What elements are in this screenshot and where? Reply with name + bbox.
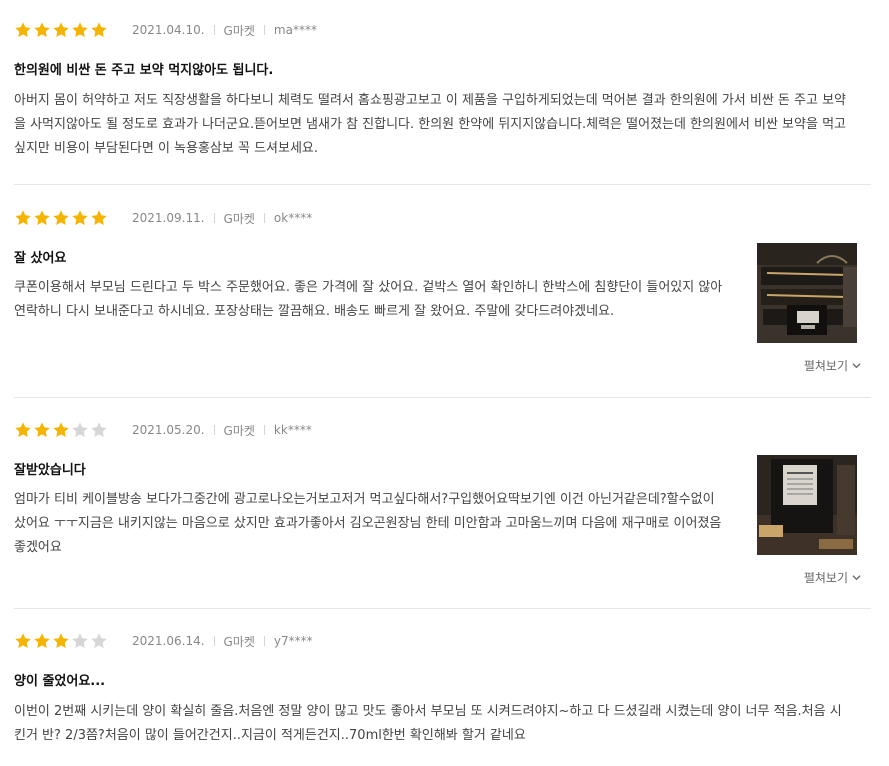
- star-filled-icon: [91, 22, 107, 37]
- review-item: 2021.04.10. G마켓 ma**** 한의원에 비싼 돈 주고 보약 먹…: [14, 19, 871, 159]
- review-meta: 2021.04.10. G마켓 ma****: [14, 19, 317, 41]
- star-filled-icon: [34, 633, 50, 648]
- star-filled-icon: [72, 210, 88, 225]
- star-rating: [14, 421, 108, 439]
- review-divider: [14, 184, 871, 185]
- star-filled-icon: [15, 210, 31, 225]
- star-filled-icon: [34, 210, 50, 225]
- meta-divider: [263, 213, 265, 223]
- photo-boxes-image: [757, 243, 857, 343]
- meta-divider: [263, 636, 265, 646]
- star-empty-icon: [72, 633, 88, 648]
- review-body: 아버지 몸이 허약하고 저도 직장생활을 하다보니 체력도 떨려서 홈쇼핑광고보…: [14, 93, 846, 156]
- chevron-down-icon: [852, 575, 861, 581]
- review-user: y7****: [273, 634, 313, 648]
- review-user: kk****: [273, 423, 312, 437]
- review-meta: 2021.06.14. G마켓 y7****: [14, 630, 313, 652]
- star-filled-icon: [53, 633, 69, 648]
- review-source: G마켓: [223, 634, 255, 649]
- review-source: G마켓: [223, 23, 255, 38]
- expand-label: 펼쳐보기: [803, 359, 848, 373]
- expand-button[interactable]: 펼쳐보기: [804, 569, 861, 586]
- star-filled-icon: [34, 422, 50, 437]
- review-title: 한의원에 비싼 돈 주고 보약 먹지않아도 됩니다.: [14, 63, 274, 78]
- review-list: 2021.04.10. G마켓 ma**** 한의원에 비싼 돈 주고 보약 먹…: [0, 0, 889, 766]
- review-item: 2021.06.14. G마켓 y7**** 양이 줄었어요... 이번이 2번…: [14, 630, 871, 760]
- star-filled-icon: [34, 22, 50, 37]
- review-date: 2021.05.20.: [132, 423, 205, 437]
- meta-divider: [263, 425, 265, 435]
- review-title: 잘받았습니다: [14, 463, 86, 478]
- review-title: 잘 샀어요: [14, 251, 67, 266]
- review-date: 2021.04.10.: [132, 23, 205, 37]
- review-title: 양이 줄었어요...: [14, 674, 106, 689]
- star-empty-icon: [72, 422, 88, 437]
- review-item: 2021.09.11. G마켓 ok**** 잘 샀어요 쿠폰이용해서 부모님 …: [14, 207, 871, 377]
- star-rating: [14, 632, 108, 650]
- review-photo-thumbnail[interactable]: [757, 455, 857, 555]
- review-user: ma****: [273, 23, 317, 37]
- meta-divider: [263, 25, 265, 35]
- review-date: 2021.06.14.: [132, 634, 205, 648]
- review-item: 2021.05.20. G마켓 kk**** 잘받았습니다 엄마가 티비 케이블…: [14, 419, 871, 589]
- review-body: 쿠폰이용해서 부모님 드린다고 두 박스 주문했어요. 좋은 가격에 잘 샀어요…: [14, 280, 723, 319]
- star-filled-icon: [53, 22, 69, 37]
- meta-divider: [213, 425, 215, 435]
- review-photo-thumbnail[interactable]: [757, 243, 857, 343]
- meta-divider: [213, 25, 215, 35]
- meta-divider: [213, 213, 215, 223]
- star-rating: [14, 21, 108, 39]
- star-empty-icon: [91, 422, 107, 437]
- review-meta: 2021.09.11. G마켓 ok****: [14, 207, 312, 229]
- review-source: G마켓: [223, 423, 255, 438]
- chevron-down-icon: [852, 363, 861, 369]
- review-body: 엄마가 티비 케이블방송 보다가그중간에 광고로나오는거보고저거 먹고싶다해서?…: [14, 492, 722, 555]
- star-filled-icon: [15, 22, 31, 37]
- star-filled-icon: [53, 422, 69, 437]
- review-user: ok****: [273, 211, 313, 225]
- photo-package-image: [757, 455, 857, 555]
- review-source: G마켓: [223, 211, 255, 226]
- star-filled-icon: [72, 22, 88, 37]
- review-divider: [14, 608, 871, 609]
- star-filled-icon: [15, 633, 31, 648]
- star-filled-icon: [91, 210, 107, 225]
- review-meta: 2021.05.20. G마켓 kk****: [14, 419, 312, 441]
- expand-label: 펼쳐보기: [803, 571, 848, 585]
- star-filled-icon: [53, 210, 69, 225]
- meta-divider: [213, 636, 215, 646]
- star-filled-icon: [15, 422, 31, 437]
- review-divider: [14, 397, 871, 398]
- review-body: 이번이 2번째 시키는데 양이 확실히 줄음.처음엔 정말 양이 많고 맛도 좋…: [14, 704, 842, 743]
- review-date: 2021.09.11.: [132, 211, 205, 225]
- star-rating: [14, 209, 108, 227]
- expand-button[interactable]: 펼쳐보기: [804, 357, 861, 374]
- star-empty-icon: [91, 633, 107, 648]
